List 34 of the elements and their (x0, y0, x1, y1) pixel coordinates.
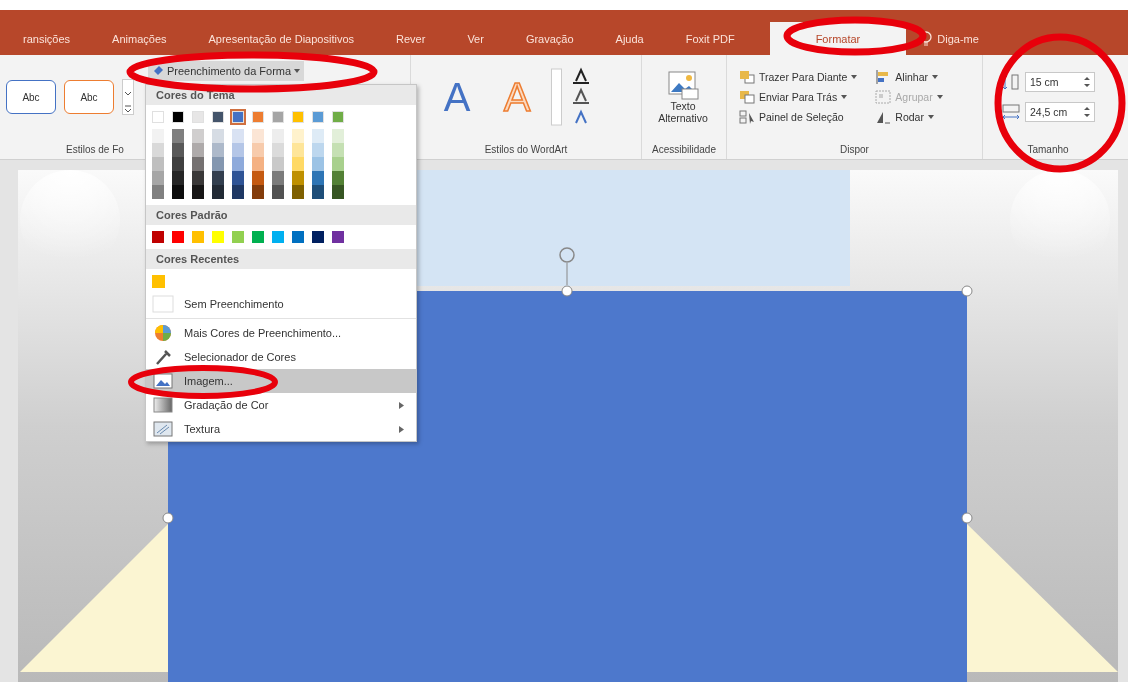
menu-item[interactable]: Gradação de Cor (146, 393, 416, 417)
menu-item[interactable]: Textura (146, 417, 416, 441)
menu-item[interactable]: Mais Cores de Preenchimento... (146, 321, 416, 345)
shape-style-sample[interactable]: Abc (6, 80, 56, 114)
ribbon-tab[interactable]: Gravação (504, 22, 595, 55)
group-label: Tamanho (1027, 143, 1069, 155)
wordart-sample[interactable]: A (431, 74, 483, 120)
menu-heading: Cores Padrão (156, 209, 228, 221)
arrange-button[interactable]: Enviar Para Trás (737, 89, 860, 105)
width-field[interactable]: 24,5 cm (1025, 102, 1095, 122)
group-label: Acessibilidade (652, 143, 716, 155)
arrange-button[interactable]: Trazer Para Diante (737, 69, 860, 85)
ribbon-tab[interactable]: ransições (2, 22, 92, 55)
shape-style-sample[interactable]: Abc (64, 80, 114, 114)
shape-fill-button[interactable]: Preenchimento da Forma (148, 61, 305, 81)
arrange-button[interactable]: Painel de Seleção (737, 109, 860, 125)
menu-heading: Cores do Tema (156, 89, 235, 101)
height-field[interactable]: 15 cm (1025, 72, 1095, 92)
group-label: Estilos do WordArt (484, 143, 568, 155)
arrange-button[interactable]: Alinhar (873, 69, 945, 85)
ribbon-tab[interactable]: Rever (375, 22, 447, 55)
ribbon-tab[interactable]: Ajuda (594, 22, 665, 55)
tell-me-text[interactable]: Diga-me (937, 32, 979, 45)
ribbon-tab[interactable]: Foxit PDF (664, 22, 756, 55)
arrange-button[interactable]: Rodar (873, 109, 945, 125)
ribbon-tab[interactable]: Animações (91, 22, 188, 55)
menu-item[interactable]: Sem Preenchimento (146, 292, 416, 316)
ribbon-tab[interactable]: Ver (446, 22, 505, 55)
group-label: Dispor (840, 143, 869, 155)
ribbon-tab[interactable]: Apresentação de Diapositivos (187, 22, 376, 55)
group-label: Estilos de Fo (66, 143, 124, 155)
menu-item[interactable]: Selecionador de Cores (146, 345, 416, 369)
alt-text-button[interactable]: Texto Alternativo (648, 69, 718, 125)
menu-heading: Cores Recentes (156, 253, 240, 265)
